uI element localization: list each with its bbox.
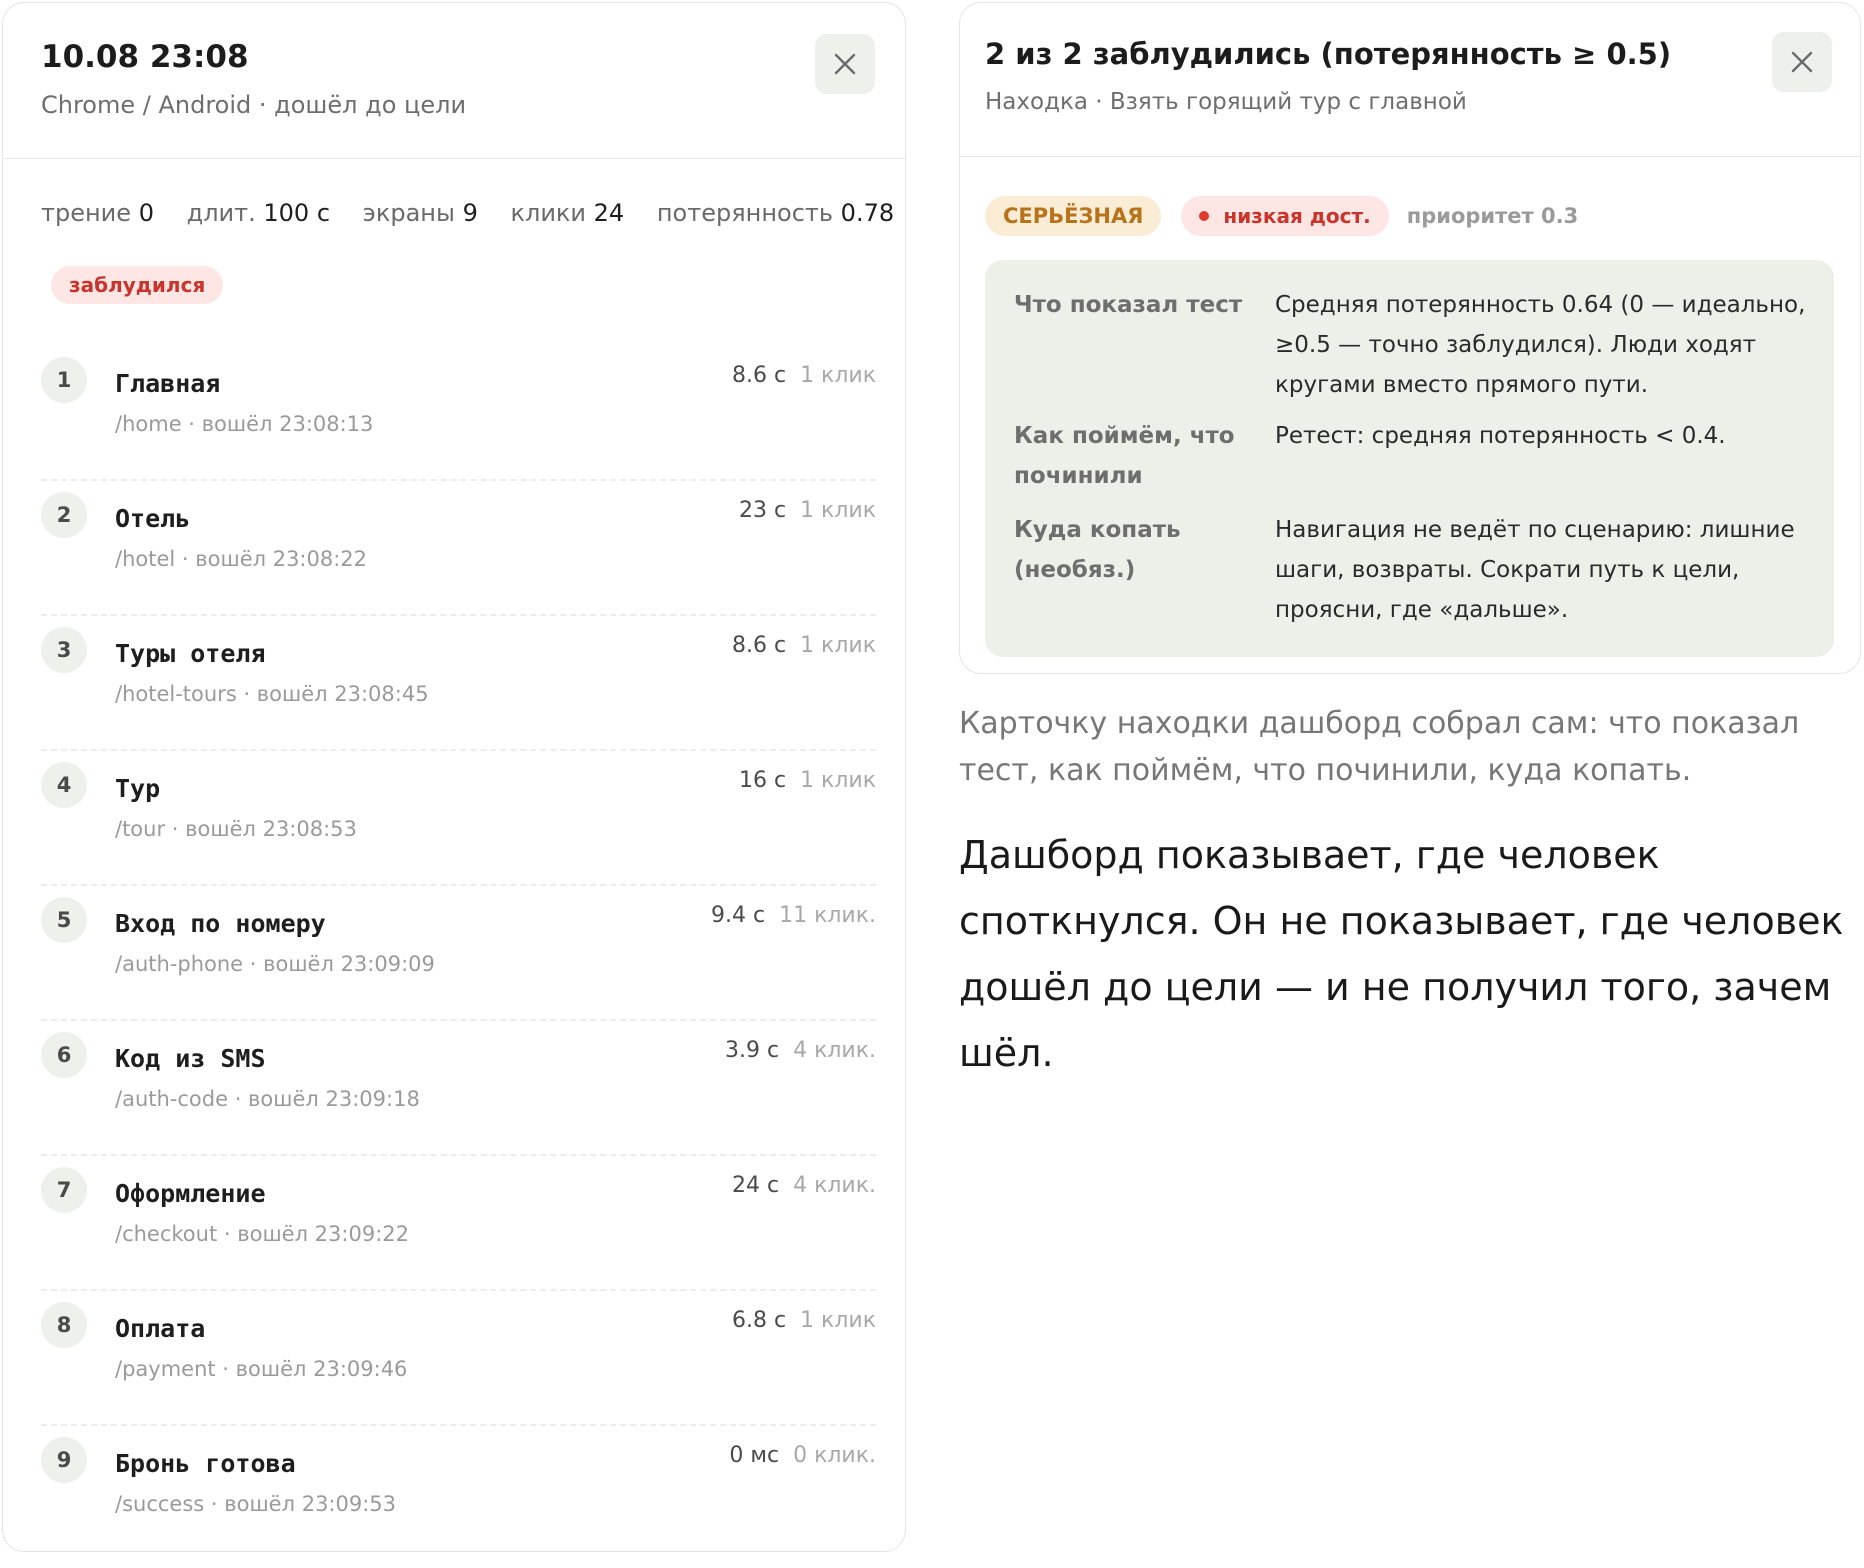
session-panel: 10.08 23:08 Chrome / Android · дошёл до … <box>2 2 906 1552</box>
step-duration: 9.4 с <box>711 903 766 928</box>
step-name: Оформление <box>115 1179 266 1208</box>
priority-label: приоритет <box>1406 204 1534 228</box>
step-meta: /tour · вошёл 23:08:53 <box>115 817 357 841</box>
step-row[interactable]: 1 Главная /home · вошёл 23:08:13 8.6 с 1 … <box>41 345 876 481</box>
step-duration: 8.6 с <box>731 363 787 388</box>
step-number: 2 <box>41 492 87 538</box>
step-meta: /hotel · вошёл 23:08:22 <box>115 547 368 571</box>
step-meta: /auth-code · вошёл 23:09:18 <box>115 1087 420 1111</box>
step-name: Туры отеля <box>115 639 266 668</box>
session-title: 10.08 23:08 <box>41 39 249 75</box>
detail-value: Средняя потерянность 0.64 (0 — идеально,… <box>1275 292 1806 398</box>
step-clicks: 0 клик. <box>793 1443 876 1468</box>
step-row[interactable]: 2 Отель /hotel · вошёл 23:08:22 23 с 1 кл… <box>41 480 876 616</box>
finding-header: 2 из 2 заблудились (потерянность ≥ 0.5) … <box>960 3 1860 157</box>
step-meta: /auth-phone · вошёл 23:09:09 <box>115 952 435 976</box>
detail-label: Что показал тест <box>1014 292 1243 318</box>
step-row[interactable]: 9 Бронь готова /success · вошёл 23:09:53… <box>41 1425 876 1560</box>
step-row[interactable]: 3 Туры отеля /hotel-tours · вошёл 23:08:… <box>41 615 876 751</box>
step-duration: 23 с <box>738 498 787 523</box>
step-clicks: 1 клик <box>800 1308 876 1333</box>
session-header: 10.08 23:08 Chrome / Android · дошёл до … <box>3 3 905 159</box>
dot-icon <box>1199 211 1210 221</box>
step-clicks: 4 клик. <box>793 1173 876 1198</box>
step-number: 6 <box>41 1032 87 1078</box>
step-clicks: 4 клик. <box>793 1038 876 1063</box>
step-duration: 16 с <box>738 768 787 793</box>
stat-clicks: клики 24 <box>510 199 625 227</box>
stat-friction: трение 0 <box>41 199 154 227</box>
step-meta: /payment · вошёл 23:09:46 <box>115 1357 408 1381</box>
step-name: Главная <box>115 369 221 398</box>
step-duration: 8.6 с <box>731 633 787 658</box>
status-badge: заблудился <box>51 266 224 304</box>
detail-label: Как поймём, что починили <box>1014 423 1235 489</box>
step-number: 8 <box>41 1302 87 1348</box>
step-meta: /success · вошёл 23:09:53 <box>115 1492 397 1516</box>
step-number: 9 <box>41 1437 87 1483</box>
session-stats: трение 0 длит. 100 с экраны 9 клики 24 п… <box>41 199 919 227</box>
step-clicks: 1 клик <box>800 498 876 523</box>
step-row[interactable]: 7 Оформление /checkout · вошёл 23:09:22 … <box>41 1155 876 1291</box>
step-row[interactable]: 4 Тур /tour · вошёл 23:08:53 16 с 1 клик <box>41 750 876 886</box>
priority-value: 0.3 <box>1541 204 1579 228</box>
step-clicks: 1 клик <box>800 633 876 658</box>
step-name: Тур <box>115 774 161 803</box>
accessibility-label: низкая дост. <box>1223 204 1371 228</box>
step-duration: 24 с <box>731 1173 780 1198</box>
step-name: Код из SMS <box>115 1044 266 1073</box>
close-button[interactable] <box>1772 32 1832 92</box>
main-text: Дашборд показывает, где человек споткнул… <box>959 833 1844 1075</box>
close-button[interactable] <box>815 34 875 94</box>
finding-panel: 2 из 2 заблудились (потерянность ≥ 0.5) … <box>959 2 1861 674</box>
step-name: Отель <box>115 504 191 533</box>
finding-details: Что показал тест Средняя потерянность 0.… <box>985 260 1834 657</box>
stat-screens: экраны 9 <box>362 199 478 227</box>
finding-subtitle: Находка · Взять горящий тур с главной <box>985 89 1467 115</box>
accessibility-badge: низкая дост. <box>1181 196 1389 236</box>
close-icon <box>1791 51 1813 73</box>
detail-value: Ретест: средняя потерянность < 0.4. <box>1275 423 1726 449</box>
stat-duration: длит. 100 с <box>186 199 331 227</box>
step-name: Оплата <box>115 1314 206 1343</box>
step-row[interactable]: 8 Оплата /payment · вошёл 23:09:46 6.8 с… <box>41 1290 876 1426</box>
session-subtitle: Chrome / Android · дошёл до цели <box>41 91 467 119</box>
step-duration: 0 мс <box>729 1443 780 1468</box>
step-number: 5 <box>41 897 87 943</box>
step-number: 4 <box>41 762 87 808</box>
step-row[interactable]: 5 Вход по номеру /auth-phone · вошёл 23:… <box>41 885 876 1021</box>
severity-badge: СЕРЬЁЗНАЯ <box>985 196 1162 236</box>
step-meta: /hotel-tours · вошёл 23:08:45 <box>115 682 429 706</box>
step-meta: /home · вошёл 23:08:13 <box>115 412 374 436</box>
detail-label: Куда копать (необяз.) <box>1014 517 1181 583</box>
stat-lostness: потерянность 0.78 <box>656 199 895 227</box>
step-duration: 3.9 с <box>725 1038 780 1063</box>
step-clicks: 1 клик <box>800 768 876 793</box>
close-icon <box>834 53 856 75</box>
step-number: 3 <box>41 627 87 673</box>
step-name: Бронь готова <box>115 1449 296 1478</box>
step-number: 7 <box>41 1167 87 1213</box>
step-number: 1 <box>41 357 87 403</box>
priority: приоритет 0.3 <box>1407 204 1579 228</box>
step-clicks: 1 клик <box>800 363 876 388</box>
finding-badges: СЕРЬЁЗНАЯ низкая дост. приоритет 0.3 <box>985 196 1578 236</box>
step-clicks: 11 клик. <box>779 903 876 928</box>
detail-value: Навигация не ведёт по сценарию: лишние ш… <box>1275 517 1795 623</box>
step-meta: /checkout · вошёл 23:09:22 <box>115 1222 409 1246</box>
step-row[interactable]: 6 Код из SMS /auth-code · вошёл 23:09:18… <box>41 1020 876 1156</box>
caption-text: Карточку находки дашборд собрал сам: что… <box>959 706 1800 788</box>
finding-title: 2 из 2 заблудились (потерянность ≥ 0.5) <box>985 37 1672 71</box>
step-duration: 6.8 с <box>731 1308 787 1333</box>
step-name: Вход по номеру <box>115 909 326 938</box>
